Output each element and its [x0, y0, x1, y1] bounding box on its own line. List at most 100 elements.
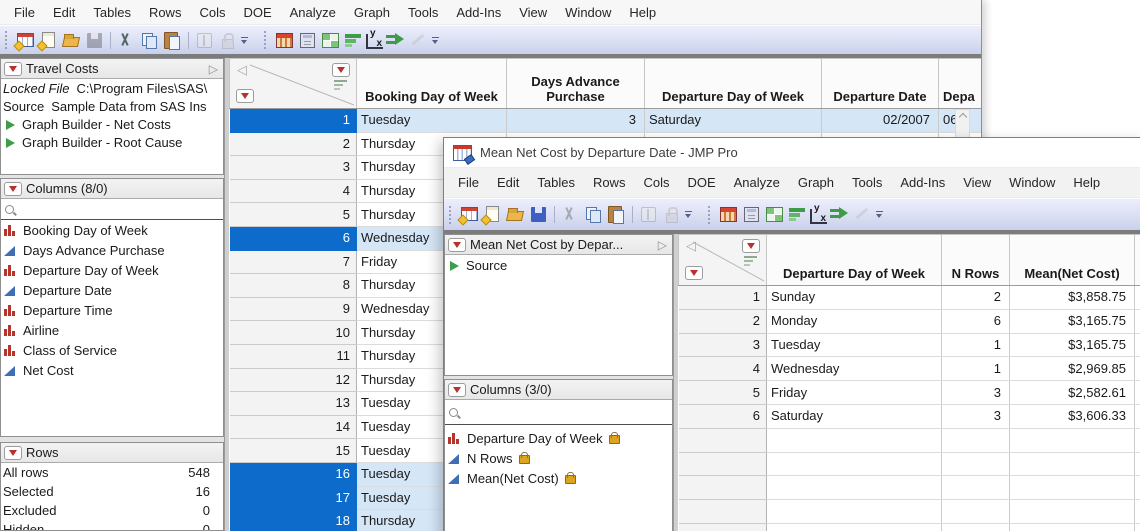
column-item[interactable]: Departure Date: [1, 280, 223, 300]
annotate-icon[interactable]: [852, 205, 873, 224]
tile-windows-icon[interactable]: [764, 205, 785, 224]
toolbar-overflow-icon[interactable]: [240, 31, 250, 50]
menu-item[interactable]: File: [5, 5, 44, 20]
columns-menu-icon[interactable]: [332, 63, 350, 77]
red-triangle-menu-icon[interactable]: [4, 446, 22, 460]
table-row[interactable]: [679, 476, 1140, 500]
column-header[interactable]: [1135, 235, 1140, 286]
toolbar-icon[interactable]: [110, 32, 111, 49]
menu-item[interactable]: Analyze: [725, 175, 789, 190]
script-item[interactable]: Graph Builder - Root Cause: [1, 134, 223, 152]
fit-y-by-x-icon[interactable]: [810, 209, 827, 224]
disclosure-arrow-icon[interactable]: [658, 238, 669, 252]
menu-item[interactable]: Rows: [140, 5, 191, 20]
column-header[interactable]: Departure Date: [822, 59, 939, 109]
menu-item[interactable]: Edit: [44, 5, 84, 20]
column-search-input[interactable]: [445, 400, 672, 425]
toolbar-icon[interactable]: [264, 31, 270, 49]
script-item[interactable]: Source: [445, 257, 672, 275]
rows-menu-icon[interactable]: [236, 89, 254, 103]
table-row[interactable]: [679, 452, 1140, 476]
menu-item[interactable]: Tables: [528, 175, 584, 190]
table-row[interactable]: 4 Wednesday 1 $2,969.85: [679, 357, 1140, 381]
save-icon[interactable]: [528, 205, 549, 224]
column-item[interactable]: Mean(Net Cost): [445, 468, 672, 488]
menu-item[interactable]: Tools: [399, 5, 447, 20]
menu-item[interactable]: File: [449, 175, 488, 190]
toolbar-icon[interactable]: [5, 31, 11, 49]
menu-item[interactable]: Rows: [584, 175, 635, 190]
toolbar-icon[interactable]: [449, 206, 455, 224]
transfer-icon[interactable]: [194, 31, 215, 50]
lock-icon[interactable]: [217, 31, 238, 50]
column-header[interactable]: Depa: [939, 59, 982, 109]
calculator-icon[interactable]: [741, 205, 762, 224]
tile-windows-icon[interactable]: [320, 31, 341, 50]
cut-icon[interactable]: [560, 205, 581, 224]
menu-item[interactable]: View: [510, 5, 556, 20]
column-item[interactable]: Days Advance Purchase: [1, 240, 223, 260]
column-item[interactable]: Booking Day of Week: [1, 220, 223, 240]
red-triangle-menu-icon[interactable]: [448, 383, 466, 397]
table-row[interactable]: 1 Sunday 2 $3,858.75: [679, 286, 1140, 310]
transfer-icon[interactable]: [638, 205, 659, 224]
toolbar-icon[interactable]: [632, 206, 633, 223]
menu-item[interactable]: Add-Ins: [891, 175, 954, 190]
toolbar-icon[interactable]: [252, 31, 261, 50]
table-row[interactable]: [679, 523, 1140, 531]
disclosure-arrow-icon[interactable]: [209, 62, 220, 76]
new-journal-icon[interactable]: [38, 31, 59, 50]
toolbar-icon[interactable]: [696, 205, 705, 224]
menu-item[interactable]: Help: [620, 5, 665, 20]
toolbar-icon[interactable]: [708, 206, 714, 224]
table-row[interactable]: 3 Tuesday 1 $3,165.75: [679, 333, 1140, 357]
menu-item[interactable]: View: [954, 175, 1000, 190]
table-row[interactable]: [679, 428, 1140, 452]
column-item[interactable]: N Rows: [445, 448, 672, 468]
menu-item[interactable]: Window: [1000, 175, 1064, 190]
script-item[interactable]: Graph Builder - Net Costs: [1, 116, 223, 134]
cut-icon[interactable]: [116, 31, 137, 50]
lock-icon[interactable]: [661, 205, 682, 224]
column-header[interactable]: Booking Day of Week: [357, 59, 507, 109]
rows-menu-icon[interactable]: [685, 266, 703, 280]
join-tables-icon[interactable]: [385, 31, 406, 50]
table-row[interactable]: 1 Tuesday 3 Saturday 02/2007 06: [230, 109, 982, 133]
column-item[interactable]: Net Cost: [1, 360, 223, 380]
menu-item[interactable]: Cols: [634, 175, 678, 190]
menu-item[interactable]: Graph: [345, 5, 399, 20]
red-triangle-menu-icon[interactable]: [448, 238, 466, 252]
menu-item[interactable]: Cols: [190, 5, 234, 20]
menu-item[interactable]: Edit: [488, 175, 528, 190]
open-icon[interactable]: [505, 205, 526, 224]
column-header[interactable]: Mean(Net Cost): [1010, 235, 1135, 286]
calculator-icon[interactable]: [297, 31, 318, 50]
red-triangle-menu-icon[interactable]: [4, 62, 22, 76]
column-search-input[interactable]: [1, 199, 223, 220]
toolbar-icon[interactable]: [188, 32, 189, 49]
menu-item[interactable]: DOE: [234, 5, 280, 20]
graph-builder-icon[interactable]: [787, 205, 808, 224]
open-icon[interactable]: [61, 31, 82, 50]
toolbar-overflow-icon[interactable]: [431, 31, 441, 50]
column-header[interactable]: Days Advance Purchase: [507, 59, 645, 109]
column-item[interactable]: Airline: [1, 320, 223, 340]
paste-icon[interactable]: [162, 31, 183, 50]
new-data-table-icon[interactable]: [15, 31, 36, 50]
go-left-icon[interactable]: [686, 238, 696, 254]
toolbar-overflow-icon[interactable]: [684, 205, 694, 224]
menu-item[interactable]: Analyze: [281, 5, 345, 20]
table-row[interactable]: 6 Saturday 3 $3,606.33: [679, 404, 1140, 428]
column-item[interactable]: Departure Time: [1, 300, 223, 320]
column-item[interactable]: Departure Day of Week: [1, 260, 223, 280]
paste-icon[interactable]: [606, 205, 627, 224]
annotate-icon[interactable]: [408, 31, 429, 50]
menu-item[interactable]: Tools: [843, 175, 891, 190]
new-data-table-icon[interactable]: [459, 205, 480, 224]
graph-builder-icon[interactable]: [343, 31, 364, 50]
fit-y-by-x-icon[interactable]: [366, 34, 383, 49]
copy-icon[interactable]: [583, 205, 604, 224]
red-triangle-menu-icon[interactable]: [4, 182, 22, 196]
table-row[interactable]: 2 Monday 6 $3,165.75: [679, 309, 1140, 333]
data-table-icon[interactable]: [718, 205, 739, 224]
